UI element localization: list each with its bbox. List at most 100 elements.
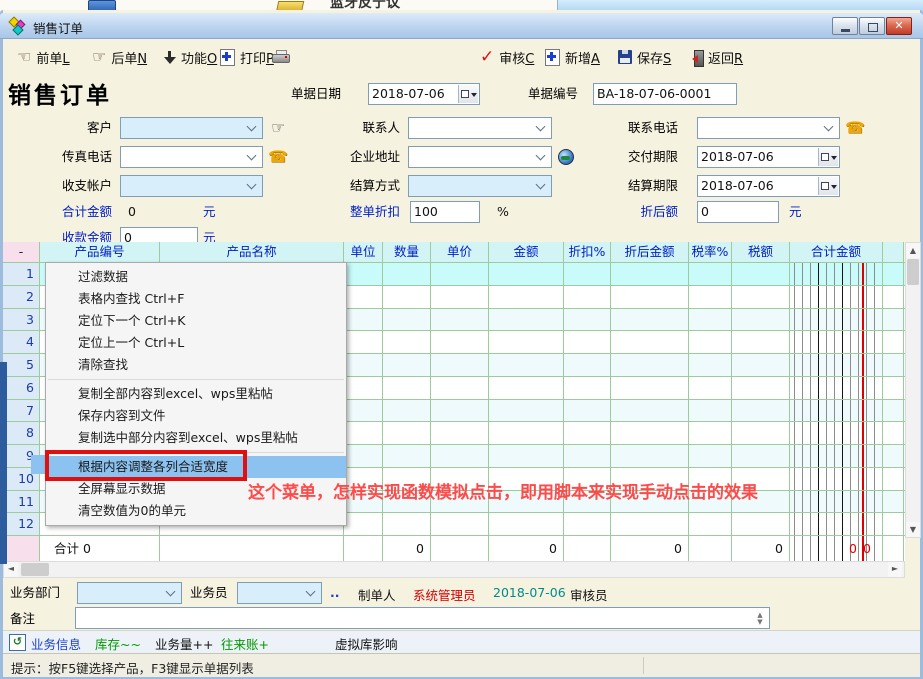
grid-cell[interactable] — [489, 422, 564, 444]
grid-ledger-cell[interactable] — [790, 377, 883, 399]
refresh-icon[interactable]: ↺ — [9, 634, 26, 651]
grid-row-number[interactable]: 1 — [3, 263, 40, 285]
grid-cell[interactable] — [489, 400, 564, 422]
grid-cell[interactable] — [883, 400, 904, 422]
grid-cell[interactable] — [344, 422, 383, 444]
grid-cell[interactable] — [431, 354, 489, 376]
clerk-more-button[interactable]: .. — [330, 585, 340, 600]
grid-cell[interactable] — [883, 445, 904, 467]
grid-cell[interactable] — [383, 263, 431, 285]
grid-cell[interactable] — [611, 377, 689, 399]
next-doc-button[interactable]: ☞ 后单N — [92, 45, 147, 69]
print-button[interactable]: 打印P — [220, 45, 274, 69]
grid-cell[interactable] — [732, 400, 790, 422]
grid-cell[interactable] — [564, 422, 611, 444]
grid-cell[interactable] — [732, 286, 790, 308]
grid-cell[interactable] — [489, 445, 564, 467]
grid-cell[interactable] — [883, 309, 904, 331]
scroll-right-icon[interactable]: ► — [888, 562, 902, 577]
grid-row-number[interactable]: 2 — [3, 286, 40, 308]
grid-cell[interactable] — [732, 513, 790, 535]
scrollbar-thumb[interactable] — [907, 259, 919, 285]
prev-doc-button[interactable]: ☜ 前单L — [17, 45, 70, 69]
grid-cell[interactable] — [383, 422, 431, 444]
grid-row-number[interactable]: 4 — [3, 331, 40, 353]
grid-cell[interactable] — [431, 445, 489, 467]
calendar-icon[interactable] — [818, 148, 838, 166]
globe-icon[interactable] — [558, 149, 574, 165]
grid-cell[interactable] — [431, 263, 489, 285]
note-input[interactable]: ▲▼ — [75, 607, 770, 629]
customer-combobox[interactable] — [120, 117, 263, 139]
grid-ledger-cell[interactable] — [790, 445, 883, 467]
grid-cell[interactable] — [489, 331, 564, 353]
grid-cell[interactable] — [383, 445, 431, 467]
grid-cell[interactable] — [689, 422, 732, 444]
grid-header-cell[interactable]: 税额 — [732, 242, 790, 262]
phone-icon[interactable]: ☎ — [845, 120, 865, 136]
grid-cell[interactable] — [732, 422, 790, 444]
grid-cell[interactable] — [611, 286, 689, 308]
grid-ledger-cell[interactable] — [790, 400, 883, 422]
grid-cell[interactable] — [732, 263, 790, 285]
grid-ledger-cell[interactable] — [790, 286, 883, 308]
grid-cell[interactable] — [564, 286, 611, 308]
grid-cell[interactable] — [883, 468, 904, 490]
scroll-up-icon[interactable]: ▲ — [906, 243, 920, 258]
grid-cell[interactable] — [344, 445, 383, 467]
grid-cell[interactable] — [383, 377, 431, 399]
title-bar[interactable]: 销售订单 ✕ — [0, 13, 923, 39]
grid-row-number[interactable]: 5 — [3, 354, 40, 376]
grid-cell[interactable] — [383, 354, 431, 376]
business-info-link[interactable]: 业务信息 — [31, 634, 81, 653]
grid-cell[interactable] — [611, 400, 689, 422]
grid-cell[interactable] — [883, 263, 904, 285]
grid-corner-cell[interactable]: - — [3, 242, 40, 262]
grid-header-cell[interactable]: 税率% — [689, 242, 732, 262]
grid-cell[interactable] — [611, 445, 689, 467]
grid-ledger-cell[interactable] — [790, 354, 883, 376]
grid-cell[interactable] — [431, 513, 489, 535]
grid-row-number[interactable]: 3 — [3, 309, 40, 331]
grid-header-cell[interactable]: 金额 — [489, 242, 564, 262]
grid-cell[interactable] — [564, 377, 611, 399]
grid-row-number[interactable]: 8 — [3, 422, 40, 444]
grid-cell[interactable] — [344, 513, 383, 535]
grid-cell[interactable] — [689, 286, 732, 308]
grid-cell[interactable] — [732, 309, 790, 331]
menu-item[interactable]: 定位下一个 Ctrl+K — [46, 310, 346, 332]
grid-header-cell[interactable]: 合计金额 — [790, 242, 883, 262]
save-button[interactable]: 保存S — [618, 45, 671, 69]
grid-cell[interactable] — [344, 286, 383, 308]
clerk-combobox[interactable] — [237, 582, 322, 604]
menu-item[interactable]: 清空数值为0的单元 — [46, 500, 346, 522]
grid-header-cell[interactable]: 折扣% — [564, 242, 611, 262]
contact-combobox[interactable] — [408, 117, 552, 139]
functions-button[interactable]: 功能O — [163, 45, 217, 69]
back-button[interactable]: 返回R — [688, 45, 743, 69]
grid-cell[interactable] — [883, 422, 904, 444]
grid-cell[interactable] — [431, 377, 489, 399]
scroll-left-icon[interactable]: ◄ — [4, 562, 18, 577]
grid-cell[interactable] — [883, 331, 904, 353]
phone-icon[interactable]: ☎ — [268, 149, 288, 165]
menu-item[interactable]: 复制选中部分内容到excel、wps里粘帖 — [46, 427, 346, 449]
grid-header-cell[interactable]: 数量 — [383, 242, 431, 262]
add-button[interactable]: 新增A — [545, 45, 600, 69]
dept-combobox[interactable] — [77, 582, 182, 604]
grid-cell[interactable] — [564, 309, 611, 331]
menu-item[interactable]: 保存内容到文件 — [46, 405, 346, 427]
grid-cell[interactable] — [611, 513, 689, 535]
grid-cell[interactable] — [431, 331, 489, 353]
vertical-scrollbar[interactable]: ▲ ▼ — [905, 242, 921, 538]
grid-cell[interactable] — [489, 309, 564, 331]
grid-cell[interactable] — [689, 309, 732, 331]
grid-cell[interactable] — [732, 445, 790, 467]
grid-cell[interactable] — [689, 354, 732, 376]
grid-cell[interactable] — [611, 309, 689, 331]
grid-row-number[interactable]: 7 — [3, 400, 40, 422]
grid-cell[interactable] — [489, 263, 564, 285]
after-discount-input[interactable]: 0 — [697, 201, 779, 223]
settle-date-input[interactable]: 2018-07-06 — [697, 175, 840, 197]
calendar-icon[interactable] — [818, 177, 838, 195]
